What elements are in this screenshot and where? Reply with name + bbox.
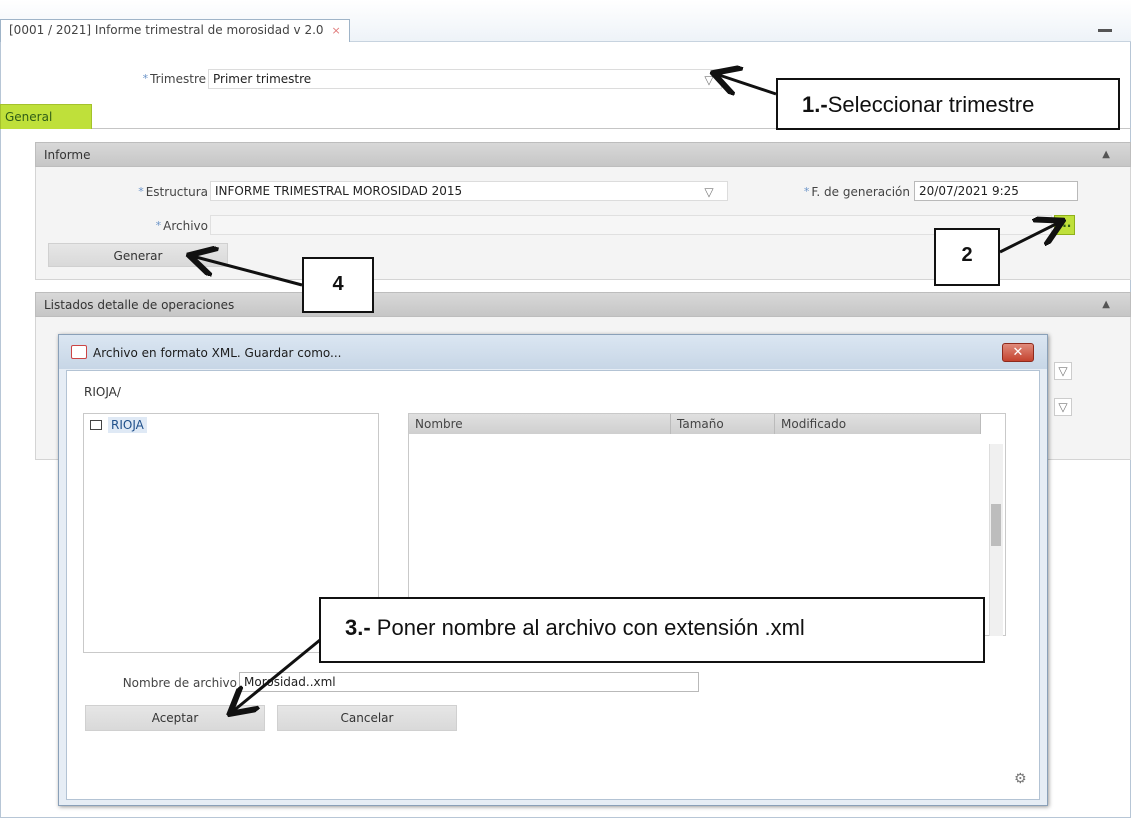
arrow-1 xyxy=(716,74,777,94)
arrow-2 xyxy=(999,222,1060,254)
arrow-3 xyxy=(232,638,321,712)
annotation-arrows xyxy=(0,0,1131,818)
arrow-4 xyxy=(192,256,303,287)
